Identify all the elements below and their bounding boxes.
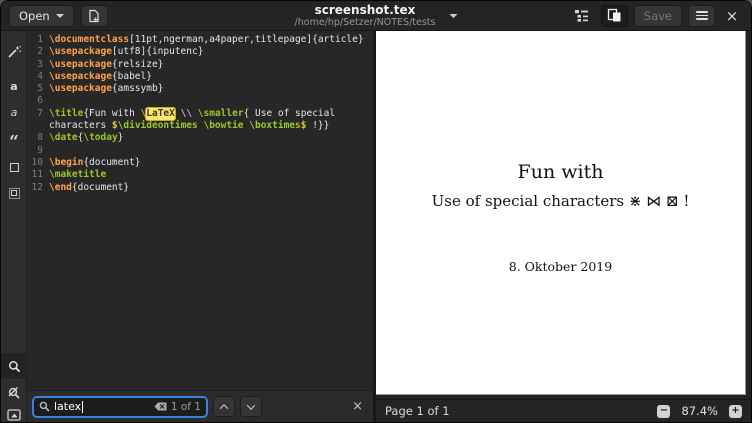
- pdf-title-line1: Fun with: [376, 161, 745, 183]
- open-button[interactable]: Open: [9, 5, 74, 27]
- line-number: 10: [27, 157, 43, 169]
- italic-text-icon[interactable]: a: [1, 100, 27, 124]
- pdf-page[interactable]: Fun with Use of special characters ⋇ ⋈ ⊠…: [376, 31, 746, 395]
- frame-symbol-icon[interactable]: [1, 181, 27, 205]
- document-structure-toggle[interactable]: [568, 5, 595, 27]
- page-indicator: Page 1 of 1: [385, 404, 450, 418]
- chevron-down-icon: [56, 14, 64, 18]
- line-number: 2: [27, 46, 43, 58]
- code-area[interactable]: 1\documentclass[11pt,ngerman,a4paper,tit…: [27, 31, 373, 390]
- search-input[interactable]: latex 1 of 1: [32, 396, 208, 418]
- text-cursor: [82, 401, 83, 413]
- save-button[interactable]: Save: [634, 5, 682, 27]
- document-structure-icon: [574, 9, 589, 22]
- chevron-up-icon: [220, 404, 228, 412]
- header-bar: Open screenshot.tex /home/hp/Setzer/NOTE…: [1, 1, 751, 31]
- line-number: 1: [27, 34, 43, 46]
- code-row: characters $\divideontimes \bowtie \boxt…: [27, 120, 373, 132]
- find-replace-icon[interactable]: [1, 381, 27, 405]
- line-number: 12: [27, 182, 43, 194]
- code-row: 4\usepackage{babel}: [27, 71, 373, 83]
- open-button-label: Open: [19, 9, 50, 23]
- header-left-group: Open: [9, 5, 108, 27]
- code-row: 6: [27, 95, 373, 107]
- new-document-icon: [87, 9, 101, 23]
- code-row: 5\usepackage{amssymb}: [27, 83, 373, 95]
- search-icon: [8, 360, 21, 373]
- line-number: 6: [27, 95, 43, 107]
- code-row: 12\end{document}: [27, 182, 373, 194]
- code-row: 7\title{Fun with \LaTeX \\ \smaller{ Use…: [27, 108, 373, 120]
- line-number: [27, 120, 43, 132]
- search-next-button[interactable]: [240, 396, 262, 417]
- zoom-in-button[interactable]: +: [729, 405, 742, 418]
- square-symbol-icon[interactable]: [1, 155, 27, 179]
- left-tool-strip: a a “: [1, 31, 27, 422]
- bold-text-icon[interactable]: a: [1, 74, 27, 98]
- line-number: 8: [27, 132, 43, 144]
- document-path: /home/hp/Setzer/NOTES/tests: [295, 17, 436, 28]
- quotes-icon[interactable]: “: [1, 126, 27, 150]
- preview-status-bar: Page 1 of 1 − 87.4% +: [376, 399, 751, 422]
- source-editor: 1\documentclass[11pt,ngerman,a4paper,tit…: [27, 31, 373, 422]
- search-field-icon: [39, 401, 50, 412]
- main-area: a a “: [1, 31, 751, 422]
- pdf-preview-panel: Fun with Use of special characters ⋇ ⋈ ⊠…: [373, 31, 751, 422]
- chevron-down-icon: [247, 401, 255, 409]
- search-toggle[interactable]: [1, 353, 27, 379]
- clear-search-icon[interactable]: [154, 402, 167, 411]
- line-number: 9: [27, 145, 43, 157]
- search-bar: latex 1 of 1 ×: [27, 390, 373, 422]
- app-window: Open screenshot.tex /home/hp/Setzer/NOTE…: [0, 0, 752, 423]
- window-close-button[interactable]: ×: [721, 7, 743, 25]
- image-panel-icon[interactable]: [1, 403, 27, 423]
- line-number: 11: [27, 169, 43, 181]
- pdf-date: 8. Oktober 2019: [376, 259, 745, 274]
- search-previous-button[interactable]: [213, 396, 235, 417]
- wizard-wand-icon[interactable]: [1, 40, 27, 64]
- zoom-out-button[interactable]: −: [657, 405, 670, 418]
- hamburger-menu-icon: [696, 11, 708, 20]
- line-number: 7: [27, 108, 43, 120]
- code-row: 9: [27, 145, 373, 157]
- zoom-level: 87.4%: [681, 404, 718, 418]
- preview-toggle[interactable]: [601, 5, 628, 27]
- pdf-title-line2: Use of special characters ⋇ ⋈ ⊠ !: [376, 192, 745, 210]
- code-row: 8\date{\today}: [27, 132, 373, 144]
- save-button-label: Save: [644, 9, 672, 23]
- window-title-block[interactable]: screenshot.tex /home/hp/Setzer/NOTES/tes…: [295, 3, 458, 28]
- header-right-group: Save ×: [568, 5, 743, 27]
- line-number: 4: [27, 71, 43, 83]
- menu-button[interactable]: [688, 5, 715, 27]
- title-chevron-down-icon: [449, 14, 457, 18]
- line-number: 5: [27, 83, 43, 95]
- search-query-text: latex: [54, 400, 81, 413]
- code-row: 1\documentclass[11pt,ngerman,a4paper,tit…: [27, 34, 373, 46]
- code-row: 10\begin{document}: [27, 157, 373, 169]
- new-document-button[interactable]: [81, 5, 108, 27]
- code-row: 3\usepackage{relsize}: [27, 59, 373, 71]
- close-search-button[interactable]: ×: [352, 399, 363, 414]
- search-match-count: 1 of 1: [171, 401, 201, 413]
- document-title: screenshot.tex: [295, 3, 436, 17]
- preview-pages-icon: [607, 8, 622, 23]
- code-row: 11\maketitle: [27, 169, 373, 181]
- line-number: 3: [27, 59, 43, 71]
- code-row: 2\usepackage[utf8]{inputenc}: [27, 46, 373, 58]
